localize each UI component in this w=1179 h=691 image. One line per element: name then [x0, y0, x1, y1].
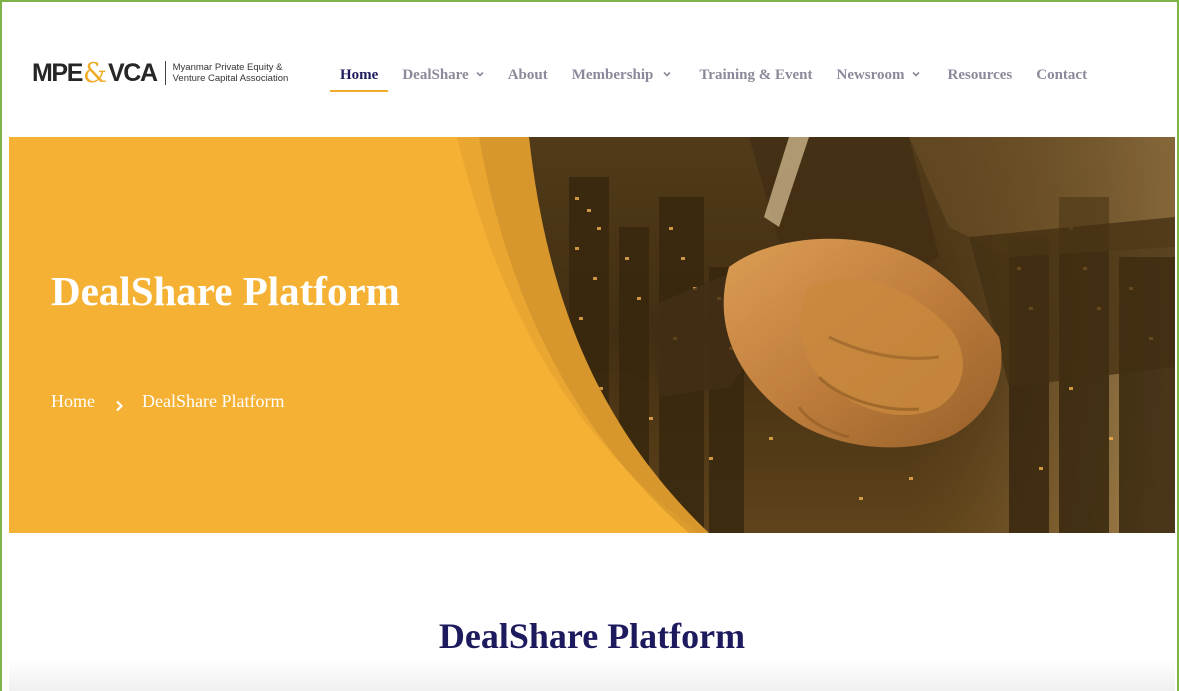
main-nav: Home DealShare About Membership Training…	[328, 58, 1099, 92]
frame-left-edge	[0, 137, 2, 691]
nav-item-label: Training & Event	[699, 66, 813, 83]
hero-banner: DealShare Platform Home DealShare Platfo…	[9, 137, 1175, 533]
nav-item-label: Contact	[1036, 66, 1088, 83]
site-logo[interactable]: MPE & VCA Myanmar Private Equity & Ventu…	[32, 56, 288, 90]
nav-item-label: Home	[340, 66, 379, 83]
nav-item-label: About	[507, 66, 548, 83]
nav-item-membership[interactable]: Membership	[560, 58, 684, 92]
nav-item-contact[interactable]: Contact	[1024, 58, 1099, 92]
logo-tagline-line2: Venture Capital Association	[172, 73, 289, 84]
breadcrumb-home-link[interactable]: Home	[51, 391, 95, 412]
hero-title: DealShare Platform	[51, 268, 400, 314]
nav-item-training-event[interactable]: Training & Event	[683, 58, 824, 92]
chevron-down-icon	[476, 70, 484, 78]
logo-mark: MPE & VCA	[32, 57, 158, 89]
nav-item-label: Newsroom	[836, 66, 905, 83]
logo-mark-right: VCA	[108, 58, 158, 87]
logo-divider	[164, 61, 166, 85]
breadcrumb-current: DealShare Platform	[142, 391, 285, 411]
chevron-right-icon	[115, 396, 124, 411]
nav-item-label: DealShare	[402, 66, 469, 83]
site-header: MPE & VCA Myanmar Private Equity & Ventu…	[2, 2, 1177, 138]
chevron-down-icon	[663, 70, 671, 78]
logo-ampersand: &	[82, 57, 108, 89]
logo-tagline-line1: Myanmar Private Equity &	[172, 62, 283, 73]
nav-item-resources[interactable]: Resources	[932, 58, 1025, 92]
breadcrumb: Home DealShare Platform	[51, 391, 284, 412]
nav-item-about[interactable]: About	[496, 58, 560, 92]
main-content: DealShare Platform	[9, 533, 1175, 691]
nav-item-newsroom[interactable]: Newsroom	[824, 58, 931, 92]
nav-item-dealshare[interactable]: DealShare	[390, 58, 495, 92]
nav-item-home[interactable]: Home	[328, 58, 390, 92]
nav-item-label: Resources	[947, 66, 1013, 83]
section-title: DealShare Platform	[438, 616, 746, 656]
chevron-down-icon	[911, 70, 920, 78]
handshake-city-image	[457, 137, 1175, 533]
logo-mark-left: MPE	[32, 58, 83, 87]
nav-item-label: Membership	[571, 66, 654, 83]
logo-tagline: Myanmar Private Equity & Venture Capital…	[173, 62, 289, 84]
